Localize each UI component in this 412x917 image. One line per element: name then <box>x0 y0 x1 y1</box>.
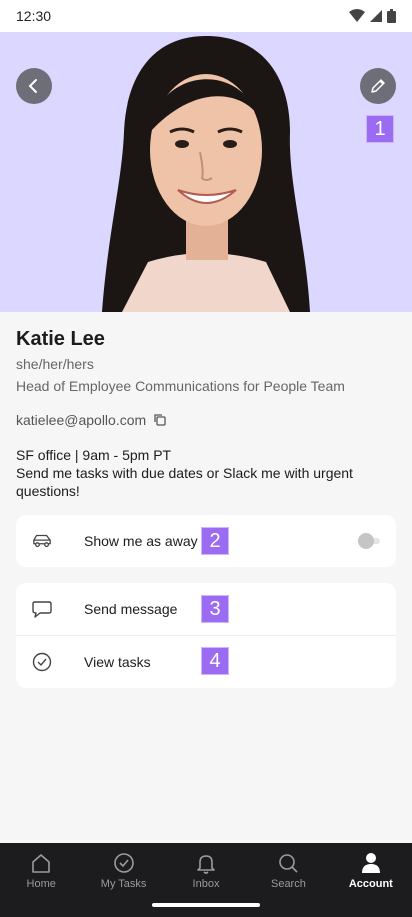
car-icon <box>32 531 52 551</box>
tab-account[interactable]: Account <box>330 843 412 917</box>
show-as-away-label: Show me as away <box>84 533 198 549</box>
annotation-badge-1: 1 <box>366 115 394 143</box>
search-icon <box>279 854 298 873</box>
home-icon <box>32 854 51 873</box>
copy-icon[interactable] <box>154 414 166 426</box>
tab-search-label: Search <box>270 878 306 890</box>
check-circle-icon <box>32 652 52 672</box>
tab-inbox-label: Inbox <box>192 878 220 890</box>
bell-icon <box>197 855 215 874</box>
profile-email[interactable]: katielee@apollo.com <box>16 412 146 428</box>
status-bar: 12:30 <box>0 0 412 32</box>
email-row: katielee@apollo.com <box>16 412 166 428</box>
wifi-icon <box>349 9 365 22</box>
profile-photo <box>102 36 310 312</box>
home-indicator <box>152 903 260 907</box>
view-tasks-label: View tasks <box>84 654 151 670</box>
annotation-badge-2: 2 <box>201 527 229 555</box>
status-line-1: SF office | 9am - 5pm PT <box>16 447 172 463</box>
chat-bubble-icon <box>32 599 52 619</box>
toggle-knob <box>358 533 374 549</box>
tab-account-label: Account <box>348 878 393 890</box>
status-icons <box>349 9 396 23</box>
chevron-left-icon <box>28 79 37 93</box>
status-message: SF office | 9am - 5pm PT Send me tasks w… <box>16 446 396 500</box>
send-message-label: Send message <box>84 601 178 617</box>
check-circle-icon <box>113 853 134 873</box>
away-toggle[interactable] <box>358 533 380 549</box>
status-line-2: Send me tasks with due dates or Slack me… <box>16 465 353 499</box>
cellular-icon <box>370 10 382 22</box>
profile-role: Head of Employee Communications for Peop… <box>16 378 345 394</box>
profile-hero <box>0 32 412 312</box>
battery-icon <box>387 9 396 23</box>
tab-my-tasks-label: My Tasks <box>100 878 147 890</box>
profile-pronouns: she/her/hers <box>16 356 94 372</box>
status-time: 12:30 <box>16 8 52 24</box>
back-button[interactable] <box>16 68 52 104</box>
profile-name: Katie Lee <box>16 328 105 350</box>
pencil-icon <box>371 79 385 93</box>
annotation-badge-3: 3 <box>201 595 229 623</box>
tab-home-label: Home <box>26 878 56 890</box>
edit-profile-button[interactable] <box>360 68 396 104</box>
tab-home[interactable]: Home <box>0 843 82 917</box>
person-icon <box>361 853 380 873</box>
annotation-badge-4: 4 <box>201 647 229 675</box>
